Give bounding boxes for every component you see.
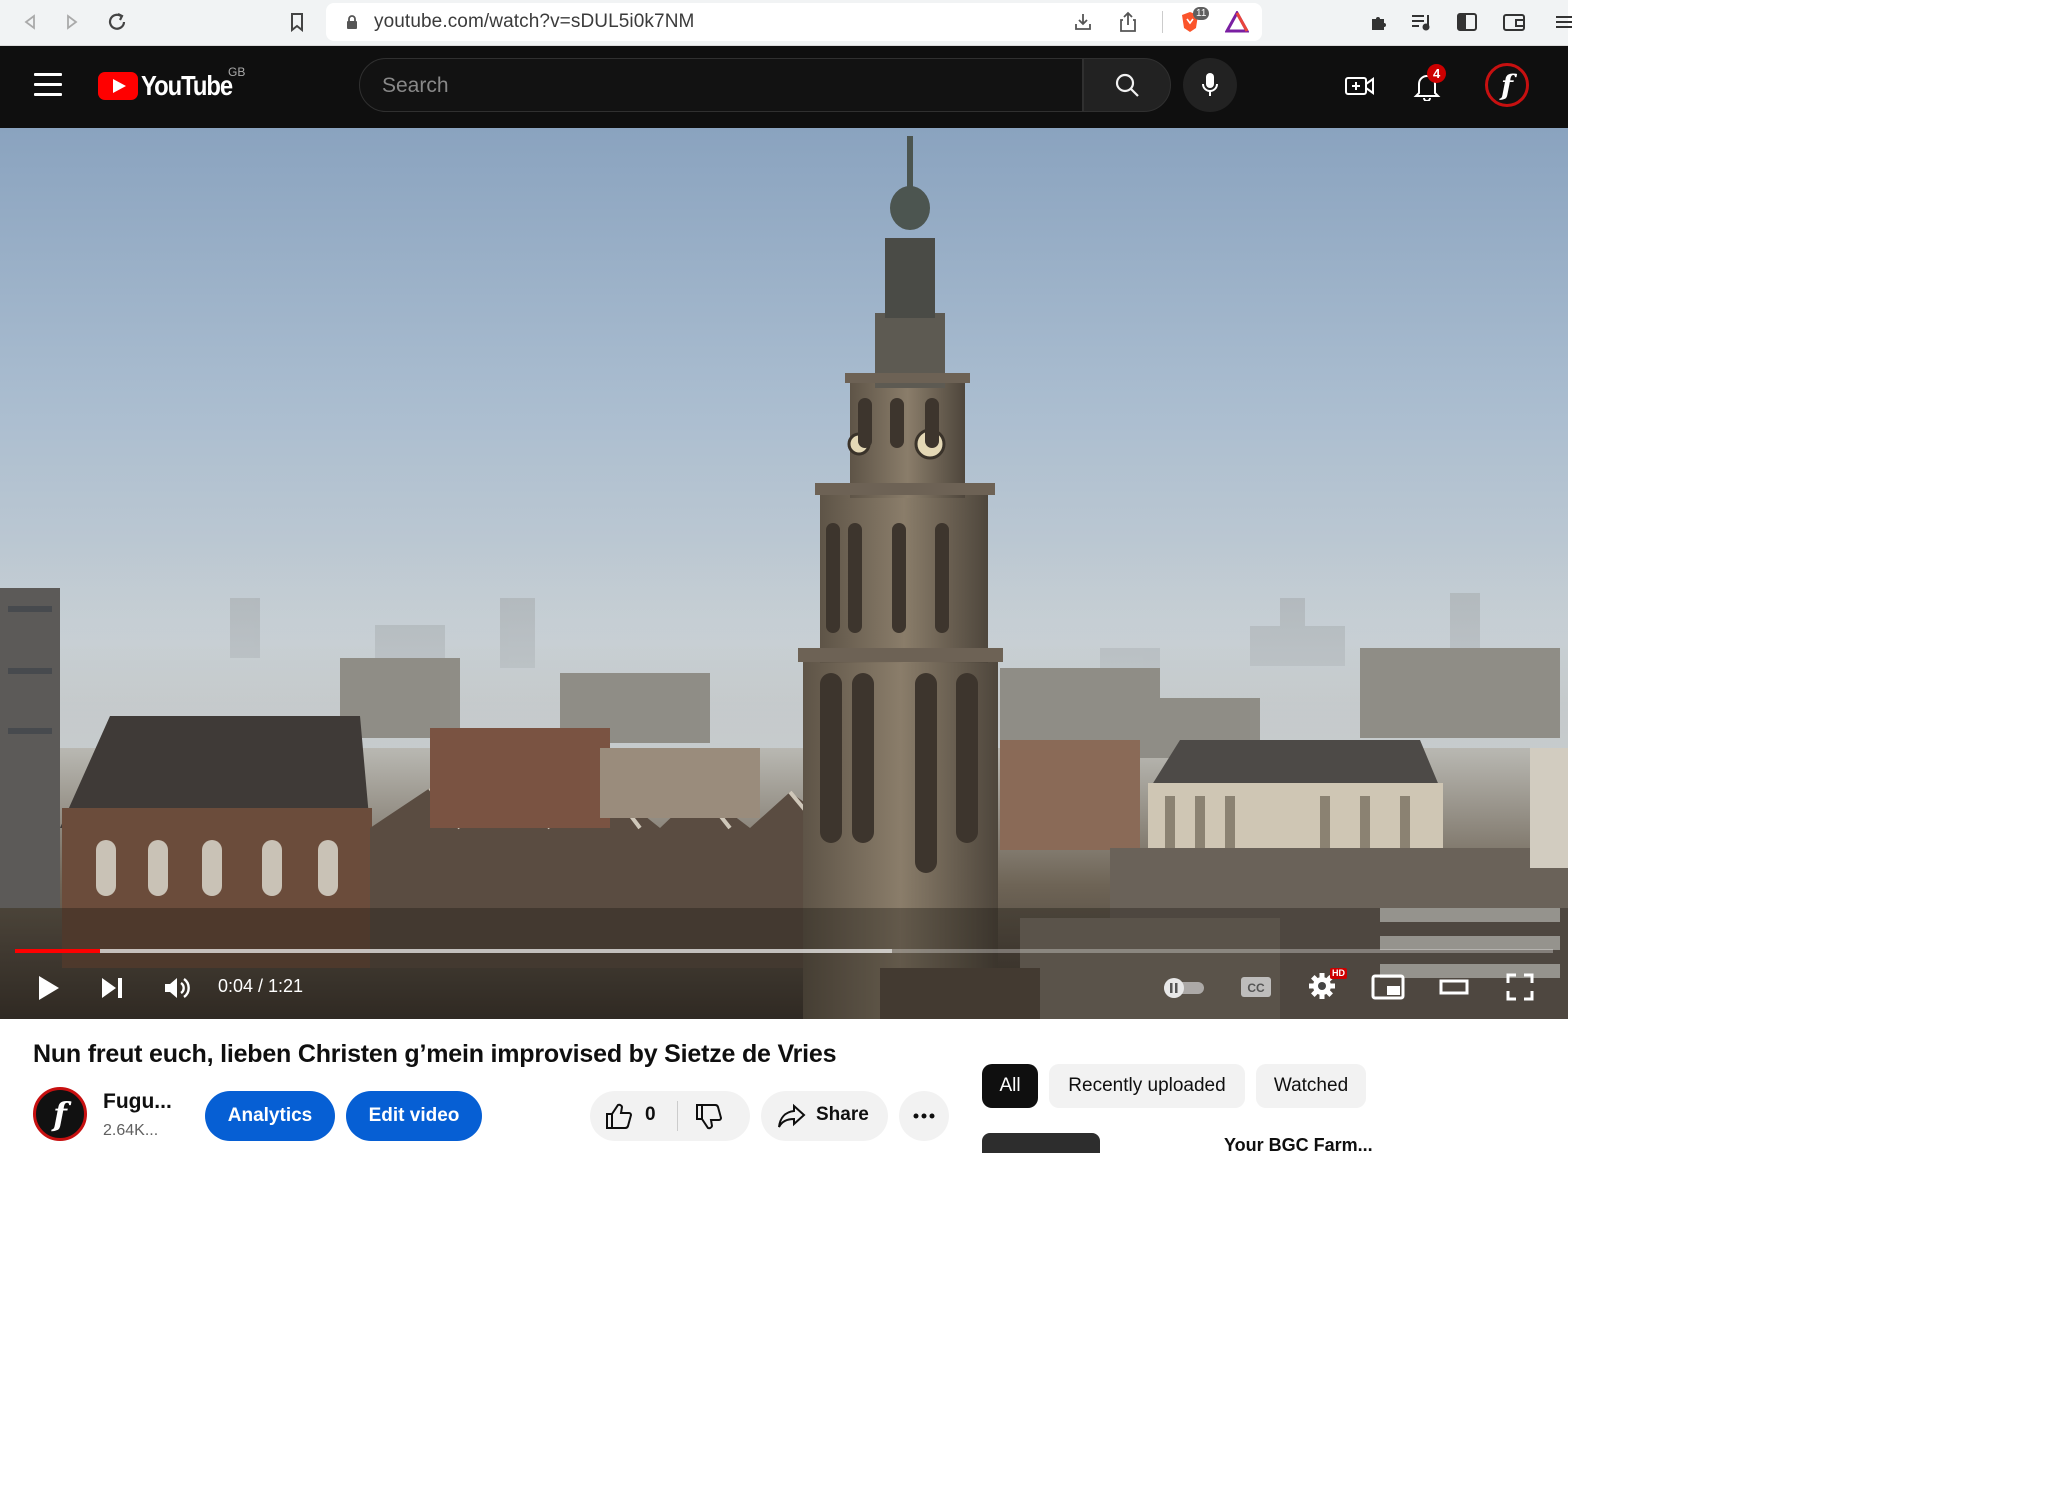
chip-watched[interactable]: Watched <box>1256 1064 1366 1108</box>
thumbs-up-icon <box>606 1103 633 1129</box>
search-icon <box>1115 73 1139 97</box>
closed-captions-icon: CC <box>1241 977 1271 997</box>
guide-menu-icon[interactable] <box>34 73 62 97</box>
analytics-button[interactable]: Analytics <box>205 1091 335 1141</box>
related-video-thumbnail[interactable] <box>982 1133 1100 1153</box>
like-divider <box>677 1101 678 1131</box>
progress-buffered <box>15 949 892 953</box>
edit-video-button[interactable]: Edit video <box>346 1091 482 1141</box>
subtitles-button[interactable]: CC <box>1236 970 1276 1004</box>
channel-avatar[interactable]: f <box>33 1087 87 1141</box>
wallet-icon[interactable] <box>1500 8 1528 36</box>
share-arrow-icon <box>778 1103 806 1128</box>
browser-menu-icon[interactable] <box>1548 8 1576 36</box>
url-divider <box>1162 11 1163 33</box>
search-placeholder: Search <box>382 74 449 97</box>
fullscreen-button[interactable] <box>1498 966 1542 1008</box>
miniplayer-button[interactable] <box>1366 968 1410 1006</box>
like-dislike-group: 0 <box>590 1091 750 1141</box>
region-code: GB <box>228 65 246 79</box>
playlist-queue-icon[interactable] <box>1408 8 1436 36</box>
play-button[interactable] <box>28 968 68 1008</box>
autoplay-toggle-icon <box>1164 978 1204 998</box>
volume-icon <box>165 978 190 998</box>
youtube-play-logo-icon <box>98 72 138 100</box>
miniplayer-icon <box>1371 974 1405 1000</box>
account-avatar[interactable]: f <box>1485 63 1529 107</box>
lock-icon <box>347 15 357 29</box>
share-page-icon[interactable] <box>1115 9 1141 35</box>
video-player[interactable] <box>0 128 1568 1019</box>
next-button[interactable] <box>92 968 132 1008</box>
mute-button[interactable] <box>157 968 197 1008</box>
forward-arrow-icon[interactable] <box>58 8 86 36</box>
theater-mode-icon <box>1439 979 1469 995</box>
thumbs-down-icon <box>696 1104 723 1130</box>
progress-bar[interactable] <box>15 949 1553 953</box>
theater-mode-button[interactable] <box>1432 968 1476 1006</box>
video-frame-image <box>0 136 1568 1019</box>
notifications-button[interactable]: 4 <box>1407 64 1447 106</box>
fullscreen-icon <box>1506 973 1534 1001</box>
next-track-icon <box>102 978 122 998</box>
more-horizontal-icon <box>913 1113 935 1119</box>
autoplay-toggle[interactable] <box>1160 972 1206 1002</box>
progress-played <box>15 949 100 953</box>
create-video-button[interactable] <box>1340 66 1380 106</box>
notification-count-badge: 4 <box>1427 64 1447 83</box>
svg-text:CC: CC <box>1247 981 1265 995</box>
brave-shields-icon[interactable]: 11 <box>1177 7 1210 35</box>
chip-all[interactable]: All <box>982 1064 1038 1108</box>
youtube-logo[interactable]: YouTube <box>98 70 248 102</box>
youtube-masthead: YouTube GB Search 4 f <box>0 46 1568 128</box>
reload-icon[interactable] <box>103 8 131 36</box>
dislike-button[interactable] <box>694 1103 724 1131</box>
browser-toolbar: youtube.com/watch?v=sDUL5i0k7NM 11 <box>0 0 1572 46</box>
channel-subscriber-count: 2.64K... <box>103 1122 159 1139</box>
install-app-icon[interactable] <box>1070 9 1096 35</box>
url-text[interactable]: youtube.com/watch?v=sDUL5i0k7NM <box>374 11 694 33</box>
search-button[interactable] <box>1083 58 1171 112</box>
voice-search-button[interactable] <box>1183 58 1237 112</box>
bookmark-icon[interactable] <box>283 8 311 36</box>
address-bar[interactable]: youtube.com/watch?v=sDUL5i0k7NM 11 <box>326 3 1262 41</box>
channel-name[interactable]: Fugu... <box>103 1090 172 1114</box>
youtube-logo-text: YouTube <box>141 70 233 101</box>
brave-shield-count: 11 <box>1193 7 1210 20</box>
share-label: Share <box>816 1104 869 1125</box>
share-button[interactable]: Share <box>761 1091 888 1141</box>
create-video-icon <box>1345 77 1374 95</box>
hd-badge: HD <box>1330 968 1347 979</box>
sidebar-toggle-icon[interactable] <box>1453 8 1481 36</box>
extensions-puzzle-icon[interactable] <box>1365 8 1393 36</box>
like-button[interactable] <box>604 1102 634 1130</box>
chip-recently-uploaded[interactable]: Recently uploaded <box>1049 1064 1245 1108</box>
search-input[interactable]: Search <box>359 58 1083 112</box>
time-display: 0:04 / 1:21 <box>218 976 304 996</box>
like-count: 0 <box>645 1104 656 1125</box>
more-actions-button[interactable] <box>899 1091 949 1141</box>
video-title: Nun freut euch, lieben Christen g’mein i… <box>33 1040 837 1068</box>
back-arrow-icon[interactable] <box>16 8 44 36</box>
related-video-title[interactable]: Your BGC Farm... <box>1224 1135 1373 1156</box>
microphone-icon <box>1202 73 1218 96</box>
brave-rewards-icon[interactable] <box>1224 9 1250 35</box>
play-icon <box>39 976 59 1000</box>
